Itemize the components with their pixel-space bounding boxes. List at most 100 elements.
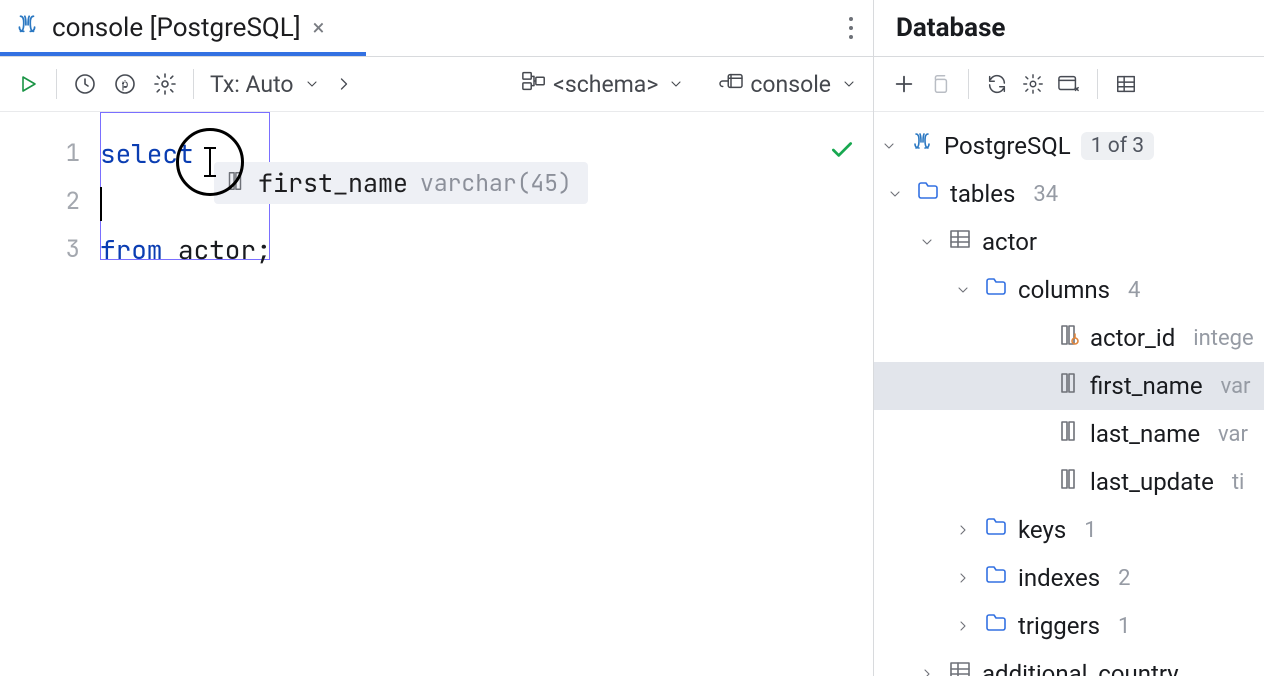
line-number: 2	[0, 178, 80, 226]
tree-node-label: last_update	[1090, 468, 1214, 496]
database-tree[interactable]: PostgreSQL 1 of 3 tables 34 actor columns 4 a…	[874, 112, 1264, 676]
history-icon[interactable]	[67, 66, 103, 102]
tab-title: console [PostgreSQL]	[52, 13, 301, 43]
line-number: 1	[0, 130, 80, 178]
chevron-right-icon	[952, 570, 974, 586]
editor-caret	[100, 187, 102, 221]
tree-node-label: tables	[950, 180, 1015, 208]
tree-node-meta: ti	[1232, 470, 1245, 495]
tree-node-columns[interactable]: columns 4	[874, 266, 1264, 314]
tree-node-meta: 4	[1128, 278, 1140, 303]
code-keyword: from	[100, 232, 162, 267]
tree-node-label: actor_id	[1090, 324, 1175, 352]
column-icon	[224, 159, 246, 207]
col-key-icon	[1056, 323, 1080, 353]
chevron-down-icon	[916, 234, 938, 250]
postgres-icon	[14, 13, 40, 43]
view-as-table-button[interactable]	[1108, 66, 1144, 102]
tree-node-meta: 2	[1118, 566, 1130, 591]
tree-node-meta: var	[1221, 374, 1251, 399]
session-icon	[718, 70, 744, 98]
folder-icon	[984, 275, 1008, 305]
tree-node-meta: 34	[1033, 182, 1058, 207]
autocomplete-popup[interactable]: first_name varchar(45)	[214, 162, 588, 204]
datasource-count-pill: 1 of 3	[1081, 132, 1154, 160]
tree-node-actor_id[interactable]: actor_id intege	[874, 314, 1264, 362]
schema-icon	[521, 69, 547, 99]
editor-toolbar: p Tx: Auto <schema>	[0, 56, 873, 112]
tab-console[interactable]: console [PostgreSQL] ×	[0, 0, 342, 56]
settings-icon[interactable]	[147, 66, 183, 102]
analysis-ok-icon[interactable]	[829, 130, 855, 178]
tree-node-first_name[interactable]: first_name var	[874, 362, 1264, 410]
chevron-down-icon	[952, 282, 974, 298]
session-label: console	[750, 71, 831, 98]
tree-node-meta: intege	[1193, 326, 1253, 351]
chevron-down-icon	[878, 138, 900, 154]
chevron-down-icon	[304, 76, 320, 92]
database-panel-title: Database	[896, 13, 1005, 43]
tree-node-last_name[interactable]: last_name var	[874, 410, 1264, 458]
database-panel-header: Database	[874, 0, 1264, 56]
tree-node-label: columns	[1018, 276, 1110, 304]
schema-dropdown[interactable]: <schema>	[515, 69, 690, 99]
new-datasource-button[interactable]	[886, 66, 922, 102]
close-icon[interactable]: ×	[313, 16, 325, 41]
autocomplete-item-type: varchar(45)	[420, 159, 572, 207]
code-text: actor;	[162, 232, 271, 267]
tab-overflow-menu[interactable]	[829, 17, 873, 39]
chevron-down-icon	[884, 186, 906, 202]
datasource-properties-button[interactable]	[1015, 66, 1051, 102]
tab-bar: console [PostgreSQL] ×	[0, 0, 873, 56]
tree-node-actor[interactable]: actor	[874, 218, 1264, 266]
tree-node-label: indexes	[1018, 564, 1100, 592]
code-keyword: select	[100, 136, 194, 171]
tree-node-meta: var	[1218, 422, 1248, 447]
jump-to-console-button[interactable]	[1051, 66, 1087, 102]
gutter: 1 2 3	[0, 112, 100, 676]
tx-label: Tx: Auto	[210, 71, 294, 98]
tree-node-label: triggers	[1018, 612, 1100, 640]
code-editor[interactable]: 1 2 3 select from actor; first_name varc…	[0, 112, 873, 676]
session-dropdown[interactable]: console	[712, 70, 863, 98]
chevron-down-icon	[668, 76, 684, 92]
tree-node-label: actor	[982, 228, 1037, 256]
table-icon	[948, 227, 972, 257]
tree-node-last_update[interactable]: last_update ti	[874, 458, 1264, 506]
tree-node-label: additional_country	[982, 660, 1179, 676]
postgres-icon	[910, 131, 934, 161]
col-icon	[1056, 467, 1080, 497]
tree-node-tables[interactable]: tables 34	[874, 170, 1264, 218]
tree-node-label: keys	[1018, 516, 1066, 544]
tree-node-triggers[interactable]: triggers 1	[874, 602, 1264, 650]
chevron-right-icon	[916, 666, 938, 676]
refresh-button[interactable]	[979, 66, 1015, 102]
col-icon	[1056, 371, 1080, 401]
schema-label: <schema>	[553, 71, 658, 98]
tree-node-keys[interactable]: keys 1	[874, 506, 1264, 554]
tree-node-label: first_name	[1090, 372, 1203, 400]
chevron-right-icon	[952, 522, 974, 538]
col-icon	[1056, 419, 1080, 449]
chevron-right-icon	[952, 618, 974, 634]
tx-mode-dropdown[interactable]: Tx: Auto	[204, 71, 326, 98]
tree-node-label: last_name	[1090, 420, 1200, 448]
svg-text:p: p	[122, 77, 129, 91]
duplicate-button[interactable]	[922, 66, 958, 102]
tree-node-meta: 1	[1118, 614, 1130, 639]
table-icon	[948, 659, 972, 676]
autocomplete-item-name: first_name	[258, 159, 408, 207]
tree-node-meta: 1	[1084, 518, 1096, 543]
folder-icon	[916, 179, 940, 209]
datasource-node[interactable]: PostgreSQL 1 of 3	[874, 122, 1264, 170]
database-toolbar	[874, 56, 1264, 112]
playground-icon[interactable]: p	[107, 66, 143, 102]
folder-icon	[984, 563, 1008, 593]
run-button[interactable]	[10, 66, 46, 102]
tree-node-indexes[interactable]: indexes 2	[874, 554, 1264, 602]
datasource-label: PostgreSQL	[944, 132, 1071, 160]
next-statement-icon[interactable]	[326, 66, 362, 102]
tree-node-next[interactable]: additional_country	[874, 650, 1264, 676]
folder-icon	[984, 515, 1008, 545]
folder-icon	[984, 611, 1008, 641]
